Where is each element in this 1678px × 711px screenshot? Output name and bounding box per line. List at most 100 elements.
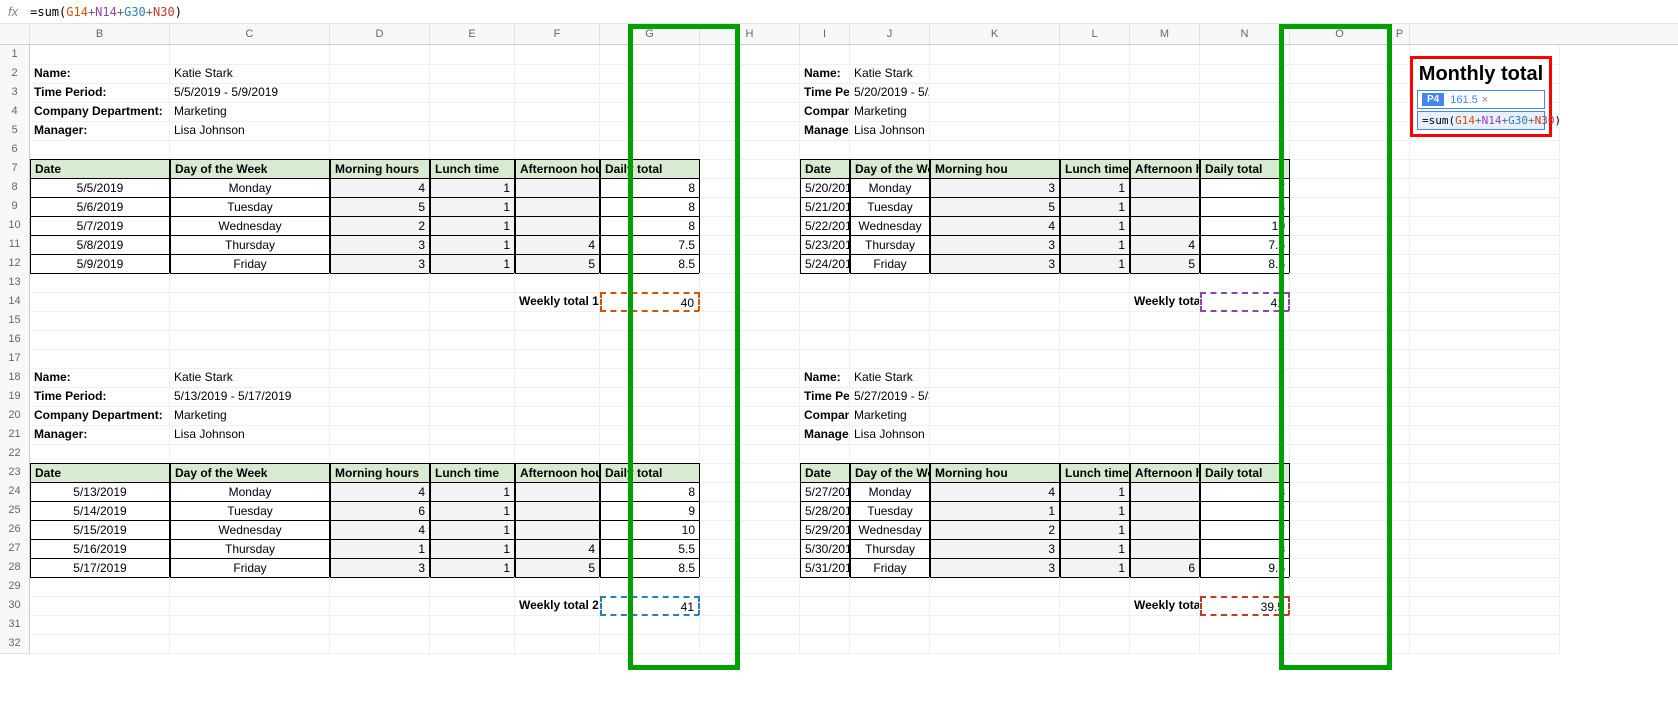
cell[interactable] xyxy=(930,596,1060,616)
cell[interactable] xyxy=(1060,121,1130,141)
cell[interactable] xyxy=(1060,615,1130,635)
td-total[interactable]: 8 xyxy=(600,482,700,502)
cell[interactable] xyxy=(330,634,430,654)
cell[interactable] xyxy=(850,634,930,654)
cell[interactable] xyxy=(1200,102,1290,122)
cell[interactable] xyxy=(1410,121,1560,141)
cell[interactable] xyxy=(700,349,800,369)
cell[interactable] xyxy=(515,349,600,369)
td-lunch[interactable]: 1 xyxy=(1060,539,1130,559)
cell[interactable] xyxy=(700,83,800,103)
cell[interactable] xyxy=(330,349,430,369)
td-total[interactable]: 8 xyxy=(1200,482,1290,502)
cell[interactable] xyxy=(1410,254,1560,274)
cell[interactable] xyxy=(800,634,850,654)
cell[interactable] xyxy=(170,45,330,65)
cell[interactable] xyxy=(330,64,430,84)
col-header-K[interactable]: K xyxy=(930,24,1060,44)
col-header-J[interactable]: J xyxy=(850,24,930,44)
td-afternoon[interactable]: 6 xyxy=(1130,558,1200,578)
info-value[interactable]: 5/13/2019 - 5/17/2019 xyxy=(170,387,330,407)
cell[interactable] xyxy=(1290,615,1390,635)
cell[interactable] xyxy=(1060,368,1130,388)
cell[interactable] xyxy=(600,406,700,426)
info-value[interactable]: 5/5/2019 - 5/9/2019 xyxy=(170,83,330,103)
cell[interactable] xyxy=(170,444,330,464)
cell[interactable] xyxy=(430,368,515,388)
cell[interactable] xyxy=(850,577,930,597)
cell[interactable] xyxy=(930,406,1060,426)
cell[interactable] xyxy=(600,425,700,445)
td-lunch[interactable]: 1 xyxy=(430,482,515,502)
td-date[interactable]: 5/24/2019 xyxy=(800,254,850,274)
cell[interactable] xyxy=(430,349,515,369)
cell[interactable] xyxy=(800,292,850,312)
cell[interactable] xyxy=(930,102,1060,122)
td-total[interactable]: 8 xyxy=(1200,539,1290,559)
row-header-1[interactable]: 1 xyxy=(0,45,30,65)
row-header-24[interactable]: 24 xyxy=(0,482,30,502)
td-dow[interactable]: Friday xyxy=(170,558,330,578)
cell[interactable] xyxy=(1410,387,1560,407)
cell[interactable] xyxy=(800,45,850,65)
cell[interactable] xyxy=(30,330,170,350)
cell[interactable] xyxy=(1060,83,1130,103)
cell[interactable] xyxy=(515,102,600,122)
cell[interactable] xyxy=(600,64,700,84)
cell[interactable] xyxy=(800,615,850,635)
cell[interactable] xyxy=(930,577,1060,597)
cell[interactable] xyxy=(30,634,170,654)
info-value[interactable]: Lisa Johnson xyxy=(170,121,330,141)
cell[interactable] xyxy=(1390,558,1410,578)
spreadsheet-grid[interactable]: BCDEFGHIJKLMNOP 12Name:Katie StarkName:K… xyxy=(0,24,1678,653)
cell[interactable] xyxy=(850,444,930,464)
row-header-14[interactable]: 14 xyxy=(0,292,30,312)
row-header-23[interactable]: 23 xyxy=(0,463,30,483)
cell[interactable] xyxy=(600,615,700,635)
cell[interactable] xyxy=(600,444,700,464)
td-dow[interactable]: Friday xyxy=(170,254,330,274)
cell[interactable] xyxy=(1290,444,1390,464)
col-header-F[interactable]: F xyxy=(515,24,600,44)
td-dow[interactable]: Thursday xyxy=(170,235,330,255)
cell[interactable] xyxy=(930,311,1060,331)
cell[interactable] xyxy=(1130,368,1200,388)
cell[interactable] xyxy=(1290,577,1390,597)
cell[interactable] xyxy=(800,273,850,293)
td-total[interactable]: 8.5 xyxy=(1200,254,1290,274)
td-morning[interactable]: 3 xyxy=(330,235,430,255)
cell[interactable] xyxy=(1290,64,1390,84)
cell[interactable] xyxy=(1410,425,1560,445)
cell[interactable] xyxy=(430,102,515,122)
cell[interactable] xyxy=(700,121,800,141)
row-header-30[interactable]: 30 xyxy=(0,596,30,616)
cell[interactable] xyxy=(1390,64,1410,84)
cell[interactable] xyxy=(1130,615,1200,635)
cell[interactable] xyxy=(1410,444,1560,464)
td-afternoon[interactable]: 5 xyxy=(1130,254,1200,274)
td-dow[interactable]: Thursday xyxy=(850,539,930,559)
cell[interactable] xyxy=(600,140,700,160)
cell[interactable] xyxy=(700,558,800,578)
cell[interactable] xyxy=(1390,102,1410,122)
cell[interactable] xyxy=(515,273,600,293)
cell[interactable] xyxy=(30,577,170,597)
cell[interactable] xyxy=(1410,273,1560,293)
cell[interactable] xyxy=(170,596,330,616)
td-morning[interactable]: 4 xyxy=(330,482,430,502)
info-value[interactable]: Katie Stark xyxy=(850,368,930,388)
cell[interactable] xyxy=(700,235,800,255)
select-all[interactable] xyxy=(0,24,30,44)
cell[interactable] xyxy=(430,330,515,350)
cell[interactable] xyxy=(1410,615,1560,635)
td-total[interactable]: 10 xyxy=(1200,216,1290,236)
cell[interactable] xyxy=(1130,121,1200,141)
cell[interactable] xyxy=(1290,520,1390,540)
cell[interactable] xyxy=(700,45,800,65)
cell[interactable] xyxy=(1200,577,1290,597)
cell[interactable] xyxy=(170,349,330,369)
td-date[interactable]: 5/6/2019 xyxy=(30,197,170,217)
td-morning[interactable]: 2 xyxy=(330,216,430,236)
cell[interactable] xyxy=(930,273,1060,293)
info-value[interactable]: 5/27/2019 - 5/31/2019 xyxy=(850,387,930,407)
